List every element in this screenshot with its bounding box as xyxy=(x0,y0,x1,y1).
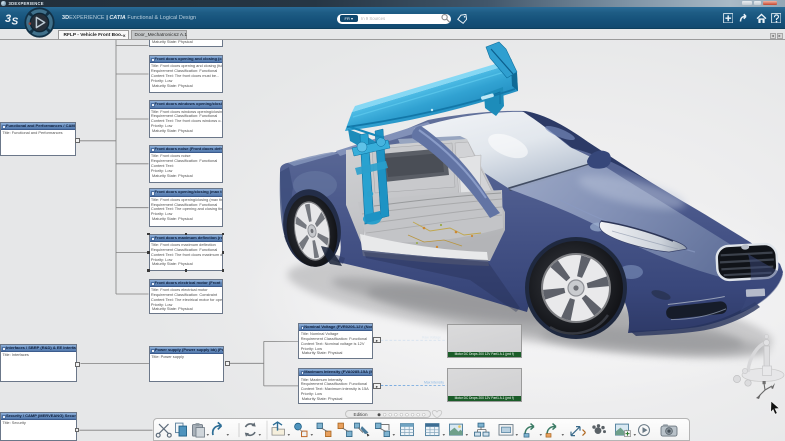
svg-text:S: S xyxy=(12,17,19,28)
svg-text:3: 3 xyxy=(5,13,11,25)
